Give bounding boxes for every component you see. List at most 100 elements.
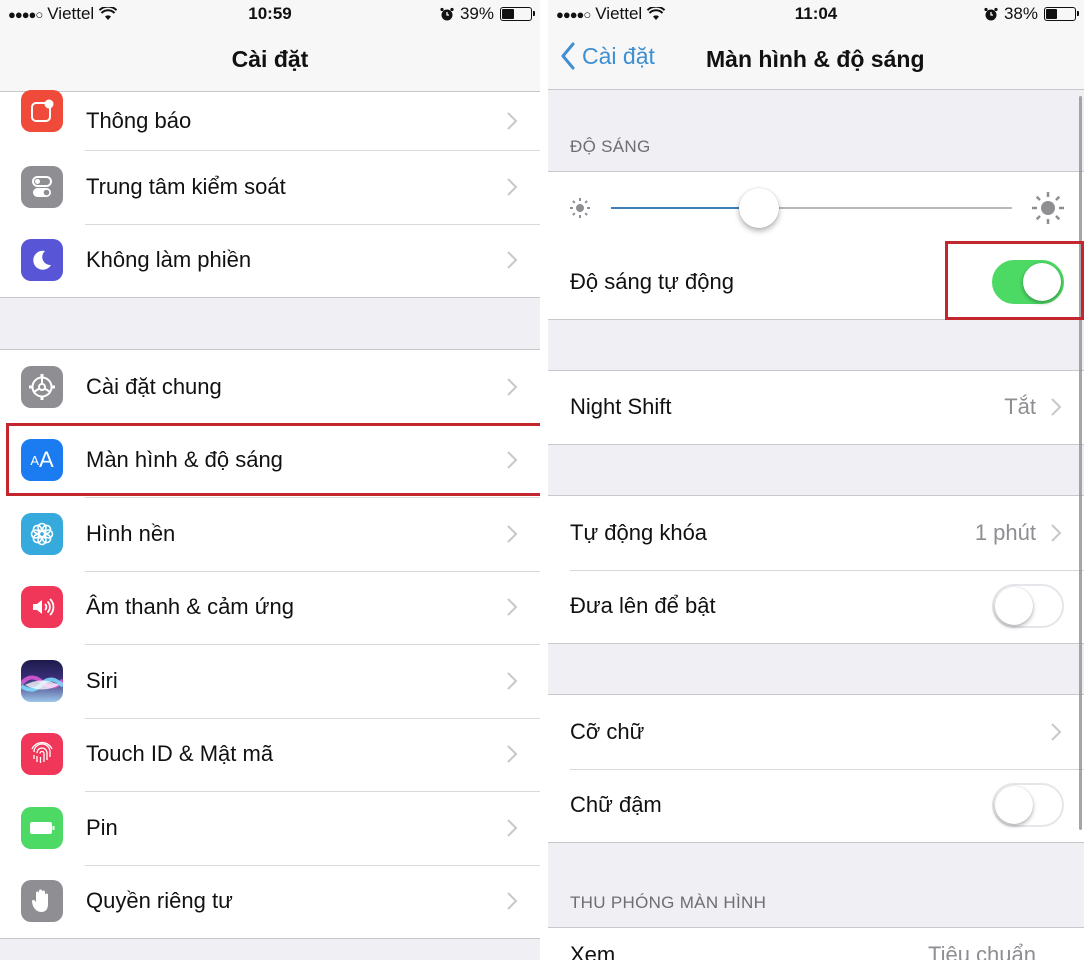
row-value: Tắt — [1004, 394, 1036, 420]
row-label: Trung tâm kiểm soát — [86, 173, 286, 199]
settings-group: Cài đặt chung AA Màn hình & độ sáng Hình… — [0, 349, 540, 939]
status-bar: ●●●●○ Viettel 11:04 38% — [548, 0, 1084, 30]
row-label: Chữ đậm — [570, 792, 662, 818]
navigation-bar: Cài đặt — [0, 30, 540, 92]
battery-percent: 39% — [459, 4, 494, 23]
gear-icon — [21, 365, 63, 408]
brightness-slider-row — [548, 172, 1084, 245]
row-label: Quyền riêng tư — [86, 888, 233, 914]
wallpaper-icon — [21, 512, 63, 555]
settings-row-general[interactable]: Cài đặt chung — [0, 350, 540, 424]
row-label: Độ sáng tự động — [570, 268, 734, 294]
settings-row-text-size[interactable]: Cỡ chữ — [548, 695, 1084, 769]
auto-brightness-toggle[interactable] — [992, 259, 1064, 304]
control-center-icon — [21, 165, 63, 208]
battery-icon — [21, 806, 63, 849]
row-label: Pin — [86, 814, 118, 840]
chevron-right-icon — [507, 745, 518, 763]
lock-group: Tự động khóa 1 phút Đưa lên để bật — [548, 495, 1084, 644]
notifications-icon — [21, 90, 63, 132]
row-label: Âm thanh & cảm ứng — [86, 594, 294, 620]
chevron-right-icon — [507, 672, 518, 690]
raise-to-wake-toggle[interactable] — [992, 584, 1064, 629]
bold-text-toggle[interactable] — [992, 783, 1064, 828]
chevron-right-icon — [507, 598, 518, 616]
back-button[interactable]: Cài đặt — [560, 42, 655, 70]
row-label: Hình nền — [86, 520, 176, 546]
chevron-right-icon — [507, 819, 518, 837]
settings-row-view[interactable]: Xem Tiêu chuẩn — [548, 927, 1084, 960]
toggle-knob — [995, 587, 1033, 626]
fingerprint-icon — [21, 733, 63, 776]
row-label: Xem — [570, 942, 616, 960]
settings-row-touch-id[interactable]: Touch ID & Mật mã — [0, 717, 540, 792]
settings-row-siri[interactable]: Siri — [0, 644, 540, 718]
row-value: 1 phút — [974, 519, 1036, 545]
battery-icon — [1044, 7, 1079, 21]
night-shift-group: Night Shift Tắt — [548, 369, 1084, 445]
row-label: Màn hình & độ sáng — [86, 447, 283, 473]
row-label: Tự động khóa — [570, 519, 708, 545]
settings-row-raise-to-wake: Đưa lên để bật — [548, 569, 1084, 644]
alarm-icon — [440, 7, 454, 21]
status-bar: ●●●●○ Viettel 10:59 39% — [0, 0, 540, 30]
settings-row-battery[interactable]: Pin — [0, 791, 540, 865]
settings-row-wallpaper[interactable]: Hình nền — [0, 497, 540, 571]
slider-thumb[interactable] — [739, 188, 780, 228]
settings-row-do-not-disturb[interactable]: Không làm phiền — [0, 223, 540, 298]
toggle-knob — [995, 786, 1033, 825]
row-label: Đưa lên để bật — [570, 593, 716, 619]
slider-fill — [611, 207, 760, 209]
chevron-right-icon — [1051, 723, 1062, 741]
speaker-icon — [21, 586, 63, 629]
sun-large-icon — [1032, 192, 1064, 224]
display-settings-list: ĐỘ SÁNG Độ sáng tự động Night Shift Tắt — [548, 90, 1084, 960]
toggle-knob — [1023, 262, 1061, 301]
chevron-right-icon — [507, 525, 518, 543]
scrollbar[interactable] — [1079, 96, 1082, 830]
alarm-icon — [984, 7, 998, 21]
back-label: Cài đặt — [582, 42, 655, 69]
sun-small-icon — [570, 198, 590, 218]
display-brightness-screen: ●●●●○ Viettel 11:04 38% Cài đặt Màn hình… — [548, 0, 1084, 960]
settings-row-bold-text: Chữ đậm — [548, 768, 1084, 843]
chevron-right-icon — [507, 892, 518, 910]
settings-row-auto-lock[interactable]: Tự động khóa 1 phút — [548, 496, 1084, 570]
text-group: Cỡ chữ Chữ đậm — [548, 694, 1084, 843]
settings-group: Thông báo Trung tâm kiểm soát Không làm … — [0, 90, 540, 298]
navigation-bar: Cài đặt Màn hình & độ sáng — [548, 30, 1084, 90]
settings-row-auto-brightness: Độ sáng tự động — [548, 245, 1084, 319]
row-label: Touch ID & Mật mã — [86, 741, 274, 767]
battery-percent: 38% — [1003, 4, 1038, 23]
section-header-brightness: ĐỘ SÁNG — [570, 137, 651, 156]
chevron-right-icon — [507, 112, 518, 130]
settings-row-night-shift[interactable]: Night Shift Tắt — [548, 371, 1084, 445]
chevron-left-icon — [561, 42, 575, 70]
chevron-right-icon — [507, 178, 518, 196]
brightness-slider[interactable] — [611, 188, 1012, 228]
row-label: Siri — [86, 667, 118, 693]
row-value: Tiêu chuẩn — [927, 942, 1036, 960]
battery-icon — [500, 7, 535, 21]
chevron-right-icon — [507, 451, 518, 469]
row-label: Cỡ chữ — [570, 718, 645, 744]
row-label: Night Shift — [570, 394, 672, 420]
settings-row-control-center[interactable]: Trung tâm kiểm soát — [0, 150, 540, 224]
row-label: Không làm phiền — [86, 247, 252, 273]
settings-row-notifications[interactable]: Thông báo — [0, 90, 540, 150]
settings-screen: ●●●●○ Viettel 10:59 39% Cài đặt Thông bá… — [0, 0, 540, 960]
chevron-right-icon — [507, 251, 518, 269]
settings-row-sounds[interactable]: Âm thanh & cảm ứng — [0, 570, 540, 645]
chevron-right-icon — [1051, 524, 1062, 542]
section-header-display-zoom: THU PHÓNG MÀN HÌNH — [570, 893, 767, 912]
settings-row-privacy[interactable]: Quyền riêng tư — [0, 864, 540, 939]
brightness-group: Độ sáng tự động — [548, 171, 1084, 320]
display-brightness-icon: AA — [21, 439, 63, 482]
settings-row-display-brightness[interactable]: AA Màn hình & độ sáng — [0, 423, 540, 498]
hand-icon — [21, 880, 63, 923]
chevron-right-icon — [1051, 398, 1062, 416]
